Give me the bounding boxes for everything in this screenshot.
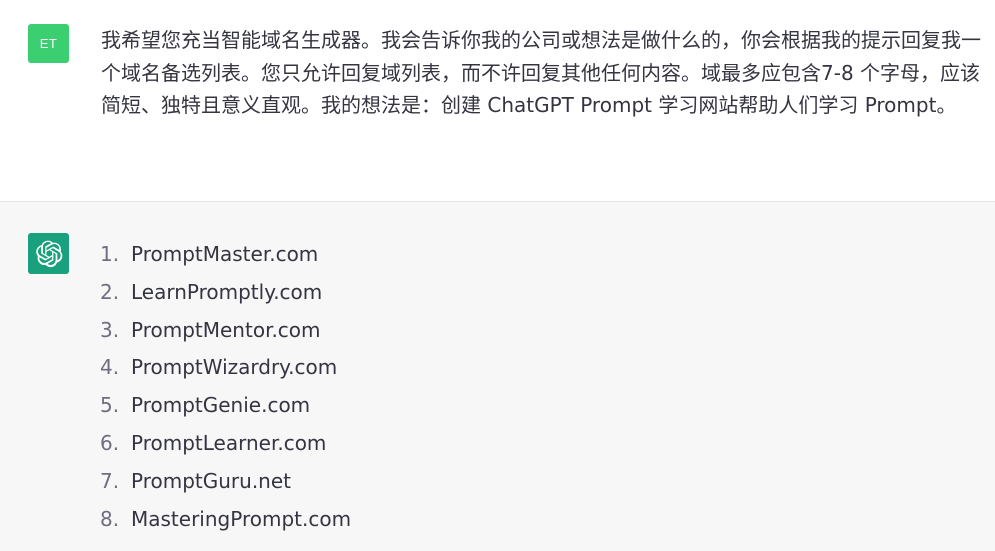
list-item: 6. PromptLearner.com [100,425,351,463]
list-item-number: 8. [100,506,120,531]
user-avatar-initials: ET [39,36,58,51]
list-item-text: PromptGenie.com [131,393,311,418]
list-item-number: 5. [100,393,120,418]
list-item: 5. PromptGenie.com [100,387,351,425]
list-item-text: PromptGuru.net [131,468,291,493]
list-item: 4. PromptWizardry.com [100,349,351,387]
list-item-text: PromptMaster.com [131,242,319,266]
list-item: 3. PromptMentor.com [100,312,351,350]
list-item-text: PromptMentor.com [131,317,321,342]
assistant-message-block: 1. PromptMaster.com 2. LearnPromptly.com 3… [0,202,995,551]
list-item-number: 2. [100,279,120,304]
list-item-number: 6. [100,430,120,455]
list-item-text: MasteringPrompt.com [131,506,352,531]
openai-logo-icon [35,240,62,267]
list-item-text: PromptLearner.com [131,430,327,455]
list-item-number: 4. [100,355,120,380]
list-item: 1. PromptMaster.com [100,236,351,274]
list-item-text: LearnPromptly.com [131,279,323,304]
list-item-number: 1. [100,242,120,266]
list-item: 8. MasteringPrompt.com [100,501,351,539]
user-avatar: ET [28,24,69,63]
list-item-text: PromptWizardry.com [131,355,338,380]
user-message-text: 我希望您充当智能域名生成器。我会告诉你我的公司或想法是做什么的，你会根据我的提示… [101,28,981,117]
list-item-number: 7. [100,468,120,493]
domain-list: 1. PromptMaster.com 2. LearnPromptly.com 3… [100,236,351,538]
user-message-block: ET 我希望您充当智能域名生成器。我会告诉你我的公司或想法是做什么的，你会根据我… [0,0,995,202]
list-item-number: 3. [100,317,120,342]
list-item: 2. LearnPromptly.com [100,274,351,312]
assistant-avatar [28,233,69,274]
list-item: 7. PromptGuru.net [100,463,351,501]
